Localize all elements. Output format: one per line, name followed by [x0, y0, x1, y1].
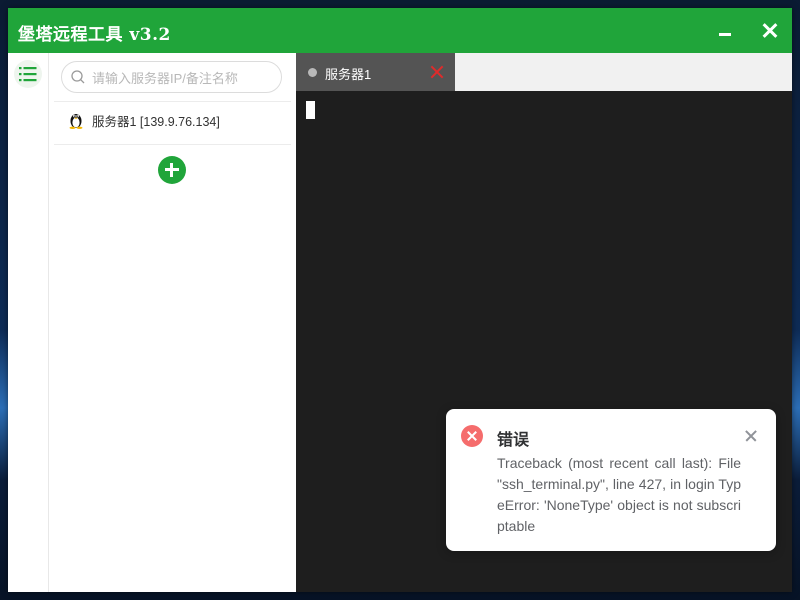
close-tab-button[interactable] [428, 63, 446, 81]
server-label: 服务器1 [139.9.76.134] [92, 115, 220, 129]
notification-message: Traceback (most recent call last): File … [497, 455, 741, 534]
search-box[interactable] [61, 61, 282, 93]
server-sidebar: 服务器1 [139.9.76.134] [49, 53, 296, 592]
minimize-icon [719, 33, 731, 36]
tab-server1[interactable]: 服务器1 [296, 53, 455, 91]
tab-bar: 服务器1 [296, 53, 792, 91]
add-server-button[interactable] [158, 156, 186, 184]
app-title: 堡塔远程工具 v3.2 [18, 25, 171, 45]
tab-label: 服务器1 [325, 67, 372, 82]
terminal-cursor [306, 101, 315, 119]
left-rail [8, 53, 49, 592]
menu-button[interactable] [14, 60, 42, 88]
title-bar[interactable]: 堡塔远程工具 v3.2 [8, 8, 792, 53]
error-icon [461, 425, 483, 447]
error-notification: 错误 Traceback (most recent call last): Fi… [446, 409, 776, 551]
search-icon [71, 70, 85, 84]
linux-tux-icon [69, 114, 83, 129]
minimize-button[interactable] [710, 16, 740, 46]
list-icon [19, 67, 37, 82]
close-window-button[interactable] [755, 16, 785, 46]
server-list-item[interactable]: 服务器1 [139.9.76.134] [54, 102, 291, 135]
divider [54, 144, 291, 145]
notification-title: 错误 [497, 430, 530, 449]
status-dot-icon [308, 68, 317, 77]
search-input[interactable] [90, 66, 280, 90]
close-notification-button[interactable] [744, 429, 758, 443]
